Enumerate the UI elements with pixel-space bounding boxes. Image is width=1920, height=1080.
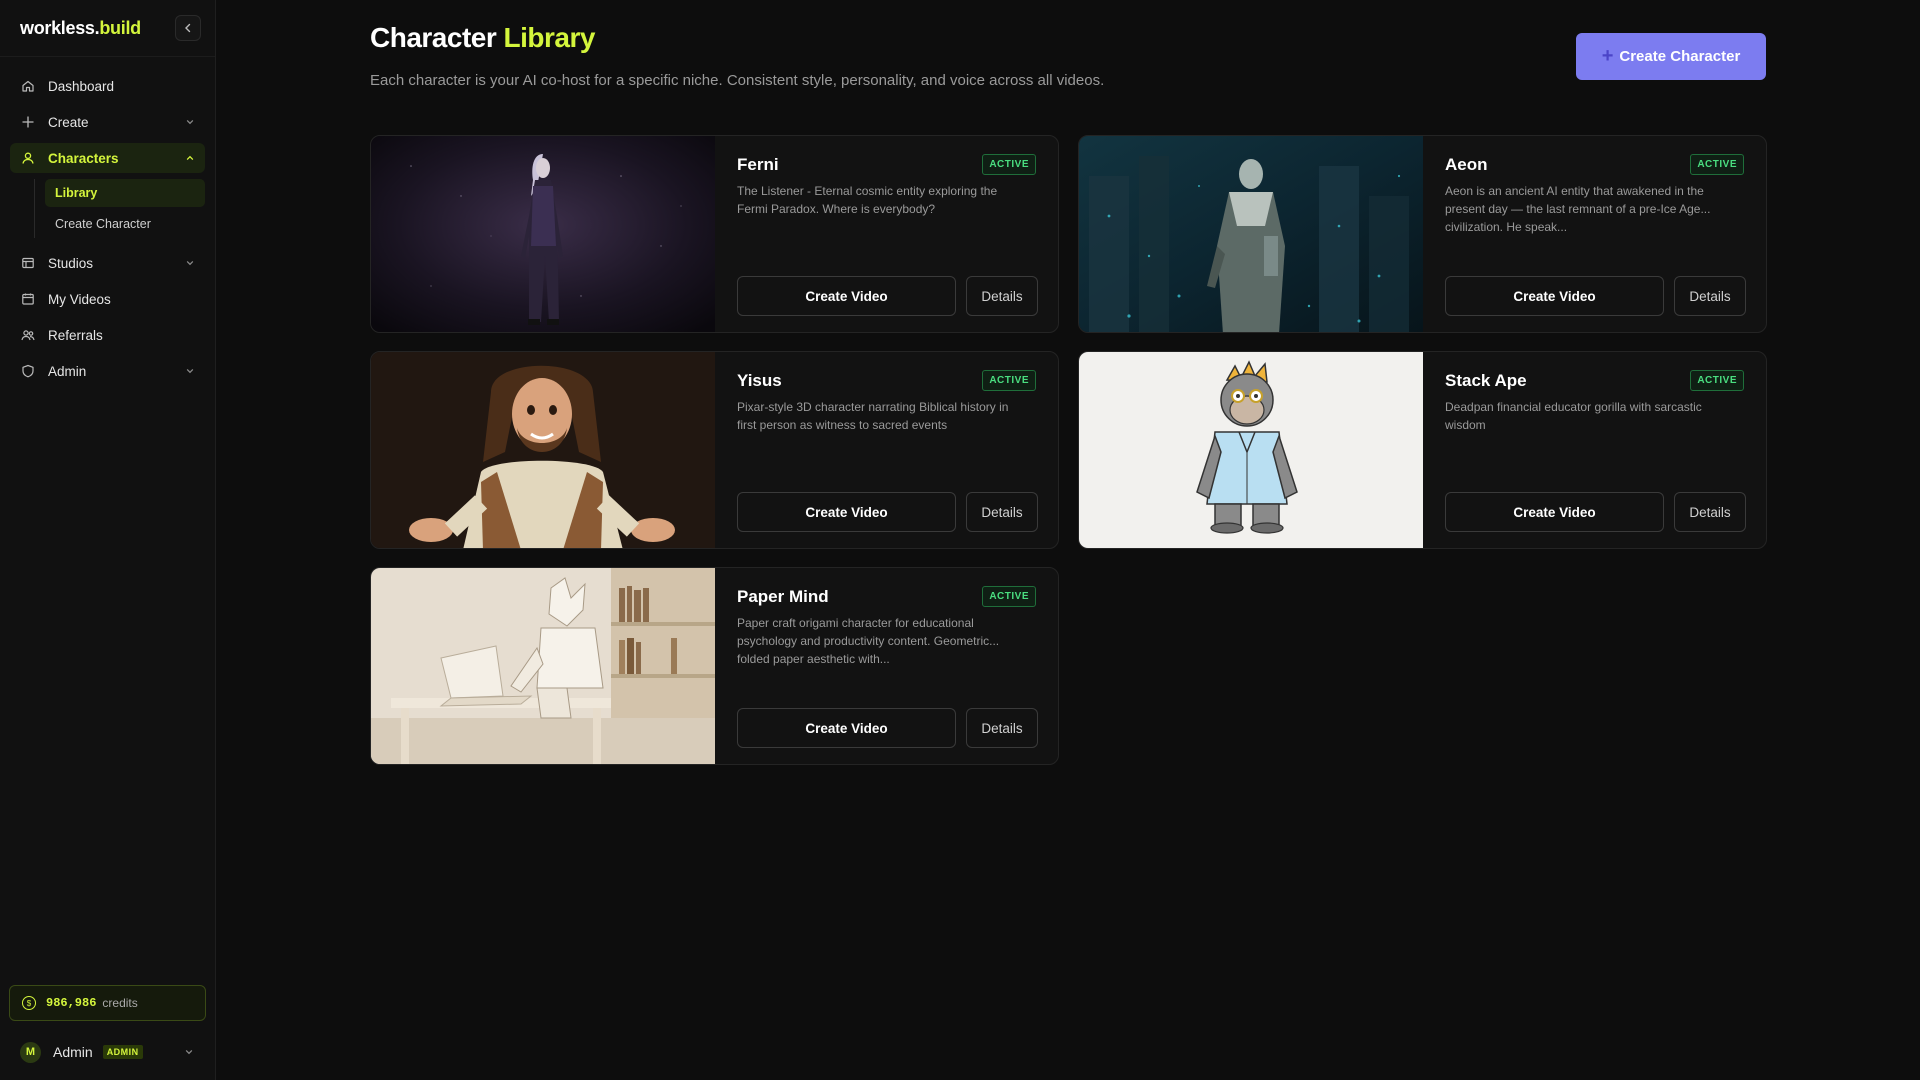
credits-amount: 986,986 [46, 996, 97, 1010]
sidebar-item-label: Referrals [48, 327, 103, 343]
character-image-ferni [371, 136, 715, 332]
coin-icon: $ [22, 996, 36, 1010]
collapse-sidebar-button[interactable] [175, 15, 201, 41]
sidebar-item-my-videos[interactable]: My Videos [10, 284, 205, 314]
character-name: Ferni [737, 155, 779, 174]
calendar-icon [20, 291, 36, 307]
subnav-item-create-character[interactable]: Create Character [45, 210, 205, 238]
brand-logo[interactable]: workless.build [20, 18, 141, 39]
character-info: Aeon ACTIVE Aeon is an ancient AI entity… [1423, 136, 1766, 332]
page-title-part1: Character [370, 22, 497, 53]
avatar: M [20, 1041, 41, 1063]
chevron-left-icon [185, 23, 191, 33]
sidebar-item-studios[interactable]: Studios [10, 248, 205, 278]
sidebar-item-label: Studios [48, 255, 94, 271]
user-menu[interactable]: M Admin ADMIN [0, 1034, 216, 1070]
sidebar-item-label: My Videos [48, 291, 111, 307]
character-image-aeon [1079, 136, 1423, 332]
create-video-button[interactable]: Create Video [1445, 276, 1664, 316]
chevron-up-icon [185, 153, 195, 163]
chevron-down-icon [185, 366, 195, 376]
character-description: Pixar-style 3D character narrating Bibli… [737, 400, 1009, 432]
create-character-label: Create Character [1619, 48, 1741, 65]
users-icon [20, 327, 36, 343]
home-icon [20, 78, 36, 94]
chevron-down-icon [185, 117, 195, 127]
status-badge: ACTIVE [1690, 154, 1744, 175]
credits-balance[interactable]: $ 986,986 credits [9, 985, 206, 1021]
character-info: Yisus ACTIVE Pixar-style 3D character na… [715, 352, 1058, 548]
chevron-down-icon [184, 1047, 194, 1057]
status-badge: ACTIVE [982, 586, 1036, 607]
shield-icon [20, 363, 36, 379]
character-name: Paper Mind [737, 587, 829, 606]
role-badge: ADMIN [102, 1045, 143, 1059]
page-title-part2: Library [503, 22, 596, 53]
user-name: Admin [53, 1044, 93, 1060]
character-image-yisus [371, 352, 715, 548]
create-character-button[interactable]: + Create Character [1576, 33, 1766, 80]
character-image-paper-mind [371, 568, 715, 764]
create-video-button[interactable]: Create Video [737, 708, 956, 748]
sidebar-item-admin[interactable]: Admin [10, 356, 205, 386]
character-description: The Listener - Eternal cosmic entity exp… [737, 184, 998, 216]
status-badge: ACTIVE [1690, 370, 1744, 391]
character-card-stack-ape[interactable]: Stack Ape ACTIVE Deadpan financial educa… [1078, 351, 1767, 549]
character-info: Stack Ape ACTIVE Deadpan financial educa… [1423, 352, 1766, 548]
sidebar-item-label: Admin [48, 363, 87, 379]
studio-icon [20, 255, 36, 271]
status-badge: ACTIVE [982, 370, 1036, 391]
page-title: Character Library [370, 22, 595, 54]
character-description: Deadpan financial educator gorilla with … [1445, 400, 1702, 432]
sidebar: workless.build Dashboard Create Characte… [0, 0, 216, 1080]
status-badge: ACTIVE [982, 154, 1036, 175]
page-subtitle: Each character is your AI co-host for a … [370, 72, 1105, 89]
create-video-button[interactable]: Create Video [737, 276, 956, 316]
sidebar-item-create[interactable]: Create [10, 107, 205, 137]
character-card-yisus[interactable]: Yisus ACTIVE Pixar-style 3D character na… [370, 351, 1059, 549]
credits-label: credits [102, 996, 138, 1010]
subnav-item-library[interactable]: Library [45, 179, 205, 207]
sidebar-item-label: Create [48, 114, 89, 130]
brand-part2: build [99, 17, 141, 38]
character-info: Ferni ACTIVE The Listener - Eternal cosm… [715, 136, 1058, 332]
character-image-stack-ape [1079, 352, 1423, 548]
details-button[interactable]: Details [966, 492, 1038, 532]
character-name: Yisus [737, 371, 782, 390]
sidebar-item-dashboard[interactable]: Dashboard [10, 71, 205, 101]
create-video-button[interactable]: Create Video [737, 492, 956, 532]
create-video-button[interactable]: Create Video [1445, 492, 1664, 532]
character-info: Paper Mind ACTIVE Paper craft origami ch… [715, 568, 1058, 764]
sidebar-item-label: Characters [48, 150, 119, 166]
character-name: Aeon [1445, 155, 1488, 174]
brand-row: workless.build [0, 0, 215, 57]
details-button[interactable]: Details [966, 708, 1038, 748]
brand-part1: workless [20, 17, 95, 38]
user-icon [20, 150, 36, 166]
character-card-aeon[interactable]: Aeon ACTIVE Aeon is an ancient AI entity… [1078, 135, 1767, 333]
sidebar-nav: Dashboard Create Characters Library Crea… [0, 57, 215, 386]
character-description: Paper craft origami character for educat… [737, 616, 1000, 666]
character-description: Aeon is an ancient AI entity that awaken… [1445, 184, 1711, 234]
plus-icon: + [1601, 45, 1614, 67]
chevron-down-icon [185, 258, 195, 268]
character-card-ferni[interactable]: Ferni ACTIVE The Listener - Eternal cosm… [370, 135, 1059, 333]
character-name: Stack Ape [1445, 371, 1527, 390]
sidebar-item-characters[interactable]: Characters [10, 143, 205, 173]
sidebar-item-referrals[interactable]: Referrals [10, 320, 205, 350]
main-content: Character Library Each character is your… [216, 0, 1920, 1080]
details-button[interactable]: Details [1674, 276, 1746, 316]
details-button[interactable]: Details [966, 276, 1038, 316]
characters-subnav: Library Create Character [34, 179, 205, 238]
plus-icon [20, 114, 36, 130]
details-button[interactable]: Details [1674, 492, 1746, 532]
sidebar-item-label: Dashboard [48, 78, 115, 94]
character-card-paper-mind[interactable]: Paper Mind ACTIVE Paper craft origami ch… [370, 567, 1059, 765]
